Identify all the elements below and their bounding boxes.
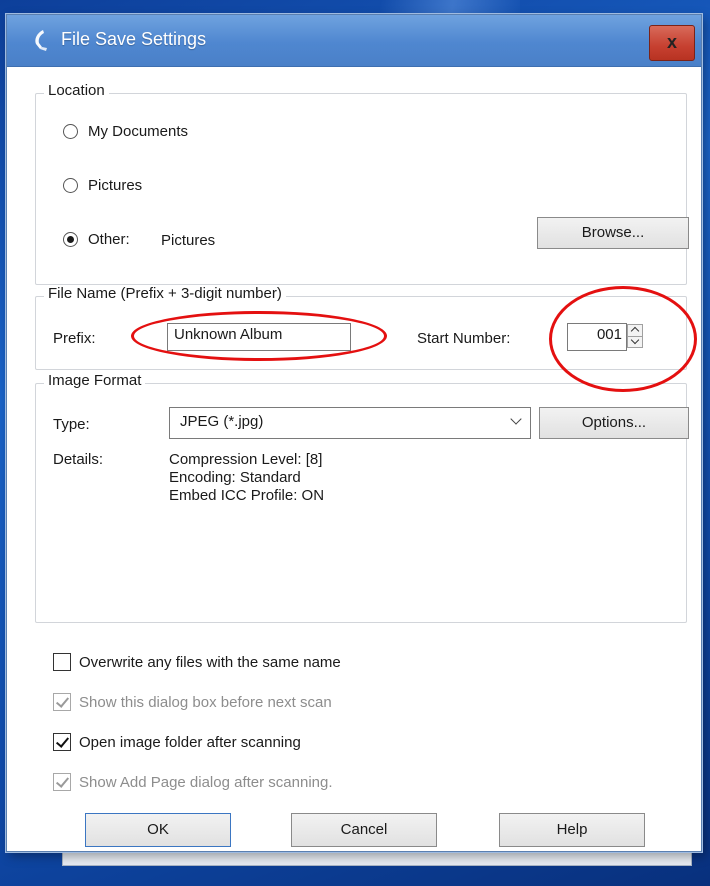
radio-other[interactable]: Other: xyxy=(63,231,130,248)
background-window-edge xyxy=(62,852,692,866)
pictures-radio-icon xyxy=(63,178,78,193)
file-save-settings-dialog: File Save Settings x Location My Documen… xyxy=(6,14,702,852)
scanner-app-icon xyxy=(35,30,47,51)
dialog-content: Location My Documents Pictures Other: Pi… xyxy=(21,67,697,847)
start-number-label: Start Number: xyxy=(417,330,511,347)
start-number-input[interactable]: 001 xyxy=(567,323,627,351)
prefix-input[interactable]: Unknown Album xyxy=(167,323,351,351)
chevron-up-icon xyxy=(630,326,640,336)
pictures-label: Pictures xyxy=(88,177,143,194)
checkbox-overwrite[interactable]: Overwrite any files with the same name xyxy=(53,653,341,671)
my-documents-radio-icon xyxy=(63,124,78,139)
help-button[interactable]: Help xyxy=(499,813,645,847)
other-location-value: Pictures xyxy=(161,232,216,249)
prefix-label: Prefix: xyxy=(53,330,96,347)
other-radio-icon xyxy=(63,232,78,247)
show-dialog-checkbox-icon xyxy=(53,693,71,711)
overwrite-label: Overwrite any files with the same name xyxy=(79,653,341,671)
browse-button[interactable]: Browse... xyxy=(537,217,689,249)
radio-my-documents[interactable]: My Documents xyxy=(63,123,188,140)
checkbox-show-dialog[interactable]: Show this dialog box before next scan xyxy=(53,693,332,711)
radio-pictures[interactable]: Pictures xyxy=(63,177,142,194)
open-folder-label: Open image folder after scanning xyxy=(79,733,301,751)
window-title: File Save Settings xyxy=(61,29,207,49)
details-label: Details: xyxy=(53,451,104,468)
spin-down-button[interactable] xyxy=(628,335,642,347)
checkbox-open-folder[interactable]: Open image folder after scanning xyxy=(53,733,301,751)
checkbox-add-page[interactable]: Show Add Page dialog after scanning. xyxy=(53,773,333,791)
file-name-group-label: File Name (Prefix + 3-digit number) xyxy=(44,285,286,302)
chevron-down-icon xyxy=(630,335,640,345)
format-type-value: JPEG (*.jpg) xyxy=(180,413,264,430)
close-button[interactable]: x xyxy=(649,25,695,61)
spin-up-button[interactable] xyxy=(628,325,642,336)
image-format-group-label: Image Format xyxy=(44,372,146,389)
detail-compression: Compression Level: [8] xyxy=(169,451,323,468)
type-label: Type: xyxy=(53,416,90,433)
show-dialog-label: Show this dialog box before next scan xyxy=(79,693,332,711)
other-label: Other: xyxy=(88,231,130,248)
cancel-button[interactable]: Cancel xyxy=(291,813,437,847)
add-page-checkbox-icon xyxy=(53,773,71,791)
ok-button[interactable]: OK xyxy=(85,813,231,847)
detail-encoding: Encoding: Standard xyxy=(169,469,301,486)
format-type-select[interactable]: JPEG (*.jpg) xyxy=(169,407,531,439)
open-folder-checkbox-icon xyxy=(53,733,71,751)
title-bar[interactable]: File Save Settings x xyxy=(7,15,701,67)
overwrite-checkbox-icon xyxy=(53,653,71,671)
location-group-label: Location xyxy=(44,82,109,99)
add-page-label: Show Add Page dialog after scanning. xyxy=(79,773,333,791)
my-documents-label: My Documents xyxy=(88,123,189,140)
detail-icc-profile: Embed ICC Profile: ON xyxy=(169,487,325,504)
chevron-down-icon xyxy=(510,413,522,425)
start-number-stepper[interactable] xyxy=(627,324,643,348)
options-button[interactable]: Options... xyxy=(539,407,689,439)
